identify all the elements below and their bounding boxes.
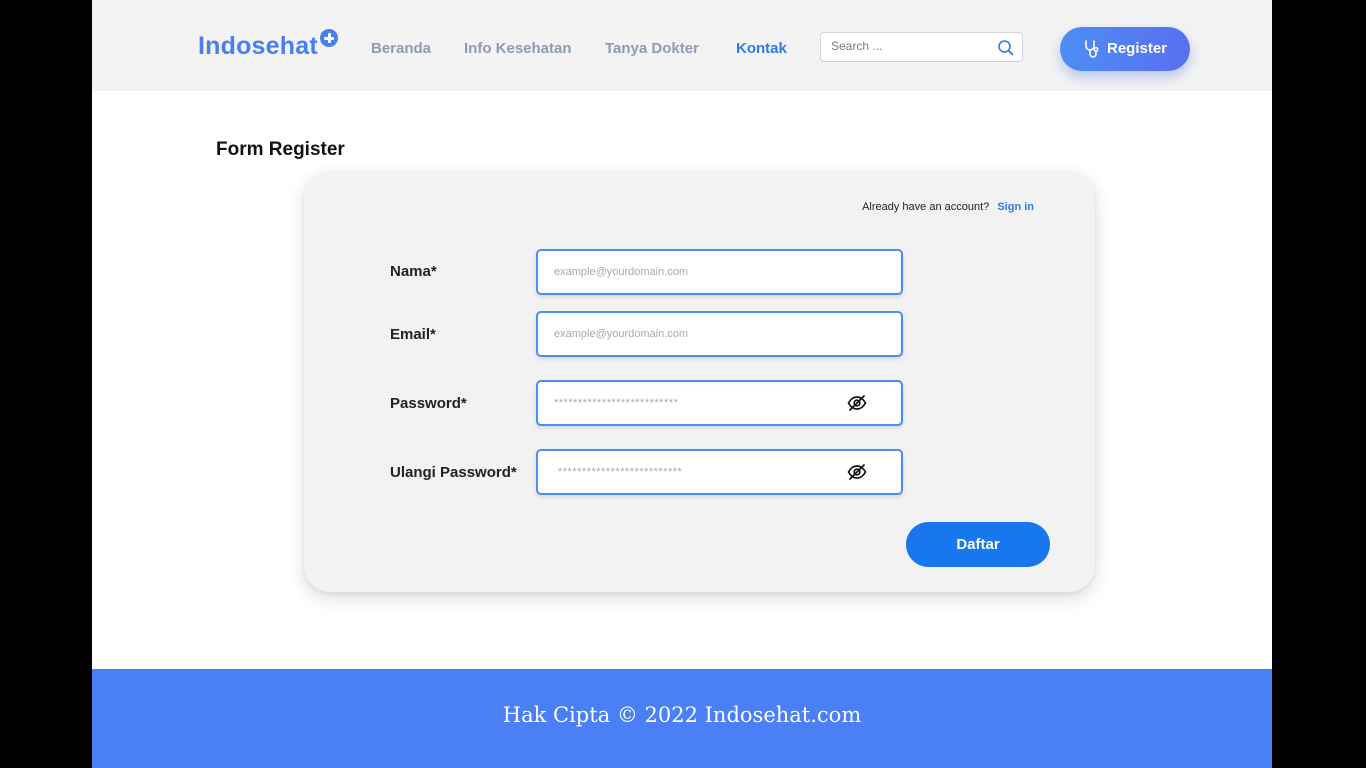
eye-off-icon[interactable] xyxy=(847,463,867,481)
header: Indosehat Beranda Info Kesehatan Tanya D… xyxy=(92,0,1272,91)
password-field xyxy=(536,380,903,426)
page-title: Form Register xyxy=(216,139,345,160)
footer: Hak Cipta © 2022 Indosehat.com xyxy=(92,669,1272,768)
nav-item-beranda[interactable]: Beranda xyxy=(371,40,431,57)
stethoscope-icon xyxy=(1085,40,1099,58)
nav-item-kontak[interactable]: Kontak xyxy=(736,40,787,57)
copyright-text: Hak Cipta © 2022 Indosehat.com xyxy=(502,703,862,727)
password-label: Password* xyxy=(390,395,467,412)
register-form-card: Already have an account? Sign in Nama* E… xyxy=(304,171,1095,592)
page: Indosehat Beranda Info Kesehatan Tanya D… xyxy=(92,0,1272,768)
password-input[interactable] xyxy=(554,382,834,423)
daftar-button[interactable]: Daftar xyxy=(906,522,1050,567)
confirm-password-input[interactable] xyxy=(558,451,838,492)
signin-link[interactable]: Sign in xyxy=(997,201,1034,213)
search-box xyxy=(820,32,1023,62)
nama-field xyxy=(536,249,903,295)
signin-prompt: Already have an account? xyxy=(862,201,990,213)
search-input[interactable] xyxy=(831,39,991,53)
eye-off-icon[interactable] xyxy=(847,394,867,412)
email-input[interactable] xyxy=(554,313,834,354)
confirm-password-label: Ulangi Password* xyxy=(390,464,517,481)
confirm-password-field xyxy=(536,449,903,495)
search-icon[interactable] xyxy=(997,39,1015,57)
register-button[interactable]: Register xyxy=(1060,27,1190,71)
nav-item-tanya-dokter[interactable]: Tanya Dokter xyxy=(605,40,699,57)
nama-input[interactable] xyxy=(554,251,834,292)
register-button-label: Register xyxy=(1107,40,1168,57)
brand-logo[interactable]: Indosehat xyxy=(198,32,318,61)
plus-icon xyxy=(320,29,338,47)
signin-row: Already have an account? Sign in xyxy=(862,201,1034,213)
nav-item-info-kesehatan[interactable]: Info Kesehatan xyxy=(464,40,572,57)
daftar-button-label: Daftar xyxy=(956,536,1000,553)
email-label: Email* xyxy=(390,326,436,343)
nama-label: Nama* xyxy=(390,263,437,280)
email-field xyxy=(536,311,903,357)
